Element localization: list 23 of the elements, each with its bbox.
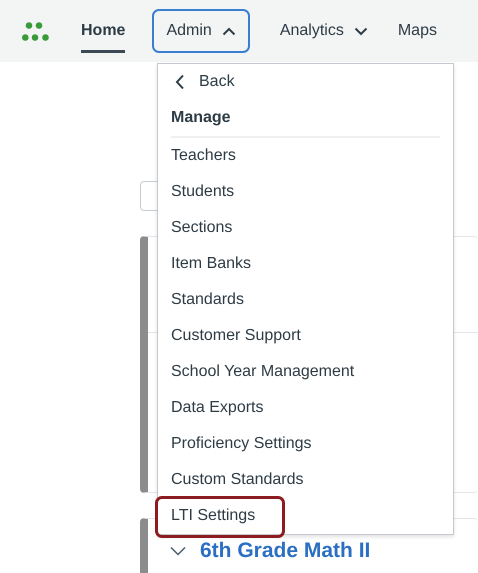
chevron-down-icon xyxy=(170,546,186,556)
menu-item[interactable]: Customer Support xyxy=(171,318,301,354)
back-menu-item[interactable]: Back xyxy=(171,64,235,100)
menu-item[interactable]: LTI Settings xyxy=(171,498,256,534)
menu-item[interactable]: Data Exports xyxy=(171,390,264,426)
nav-dropdown[interactable]: Analytics xyxy=(266,9,382,53)
course-title[interactable]: 6th Grade Math II xyxy=(200,539,370,563)
menu-item[interactable]: Standards xyxy=(171,282,244,318)
chevron-up-icon xyxy=(222,26,236,36)
logo-icon xyxy=(22,22,49,40)
nav-dropdown[interactable]: Admin xyxy=(152,9,250,53)
menu-item[interactable]: Teachers xyxy=(171,138,236,174)
menu-item[interactable]: Students xyxy=(171,174,234,210)
chevron-left-icon xyxy=(175,74,185,90)
menu-item[interactable]: School Year Management xyxy=(171,354,354,390)
menu-item[interactable]: Proficiency Settings xyxy=(171,426,312,462)
menu-section-heading: Manage xyxy=(171,108,232,128)
menu-item[interactable]: Item Banks xyxy=(171,246,252,282)
menu-item[interactable]: Custom Standards xyxy=(171,462,304,498)
menu-item[interactable]: Sections xyxy=(171,210,232,246)
nav-link[interactable]: Home xyxy=(81,10,126,52)
chevron-down-icon xyxy=(354,26,368,36)
nav-link[interactable]: Maps xyxy=(398,10,437,52)
